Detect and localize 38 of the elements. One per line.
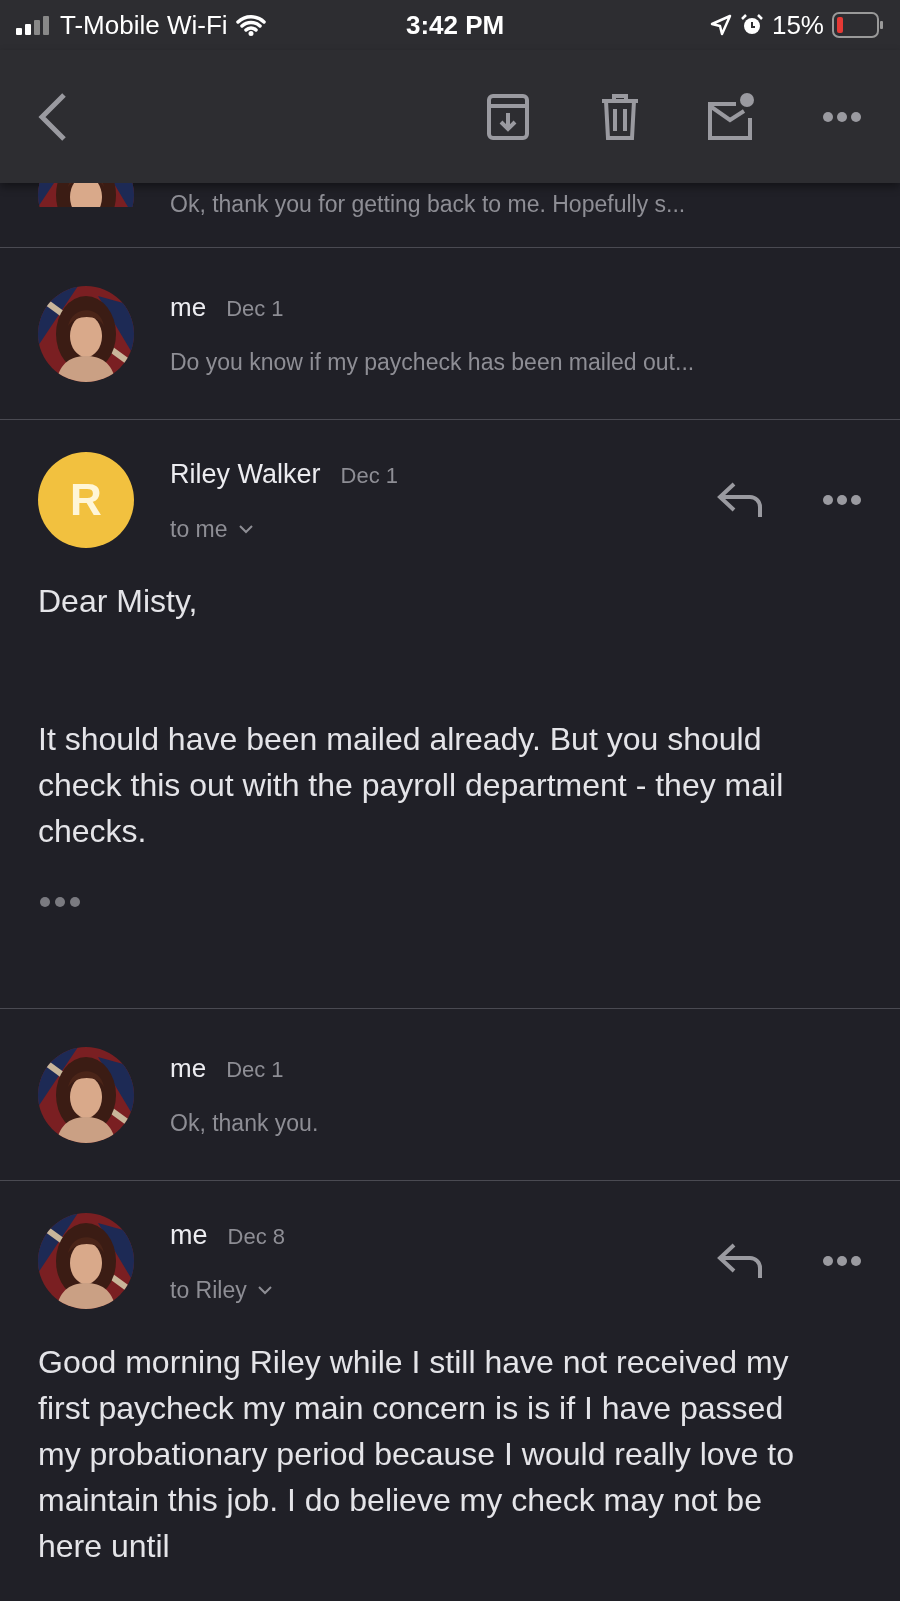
signal-icon bbox=[16, 15, 52, 35]
carrier-name: T-Mobile Wi-Fi bbox=[60, 8, 228, 42]
more-button[interactable] bbox=[822, 1255, 862, 1267]
recipient-dropdown[interactable]: to me bbox=[170, 512, 254, 547]
reply-button[interactable] bbox=[716, 480, 764, 520]
mark-unread-button[interactable] bbox=[706, 91, 756, 142]
chevron-down-icon bbox=[256, 1285, 273, 1296]
delete-button[interactable] bbox=[600, 92, 640, 141]
battery-percent: 15% bbox=[771, 8, 824, 42]
more-button[interactable] bbox=[822, 110, 862, 123]
sender-name: me bbox=[170, 1051, 207, 1085]
message-snippet: Ok, thank you. bbox=[170, 1108, 320, 1138]
message-date: Dec 1 bbox=[226, 1055, 284, 1084]
reply-button[interactable] bbox=[716, 1241, 764, 1281]
message-paragraph: Dear Misty, bbox=[38, 582, 199, 621]
message-snippet: Ok, thank you for getting back to me. Hopefully s... bbox=[170, 191, 686, 217]
message-date: Dec 1 bbox=[340, 461, 398, 490]
chevron-down-icon bbox=[237, 524, 254, 535]
message-paragraph: It should have been mailed already. But you should check this out with the payroll department - they mail checks. bbox=[38, 720, 785, 851]
collapsed-message[interactable]: me Dec 1 Ok, thank you. bbox=[0, 1009, 900, 1181]
battery-icon bbox=[832, 12, 884, 38]
more-button[interactable] bbox=[822, 494, 862, 506]
show-trimmed-button[interactable] bbox=[38, 896, 82, 908]
sender-name: Riley Walker bbox=[170, 457, 321, 491]
wifi-icon bbox=[235, 14, 266, 36]
avatar: R bbox=[38, 452, 134, 548]
collapsed-message[interactable]: me Dec 1 Do you know if my paycheck has been mailed out... bbox=[0, 248, 900, 420]
location-icon bbox=[709, 14, 732, 36]
message-paragraph: Good morning Riley while I still have not received my first paycheck my main concern is is if I have passed my probationary period because I would really love to maintain this job. I do believe my check may not be here until bbox=[38, 1343, 795, 1566]
message-date: Dec 8 bbox=[227, 1222, 285, 1251]
sender-name: me bbox=[170, 290, 207, 324]
clock-time: 3:42 PM bbox=[405, 8, 506, 42]
collapsed-message[interactable]: Ok, thank you for getting back to me. Hopefully s... bbox=[0, 183, 900, 248]
message-date: Dec 1 bbox=[226, 294, 284, 323]
sender-name: me bbox=[170, 1218, 208, 1252]
recipient-dropdown[interactable]: to Riley bbox=[170, 1273, 273, 1308]
message-snippet: Do you know if my paycheck has been mailed out... bbox=[170, 347, 696, 377]
alarm-icon bbox=[739, 13, 764, 37]
